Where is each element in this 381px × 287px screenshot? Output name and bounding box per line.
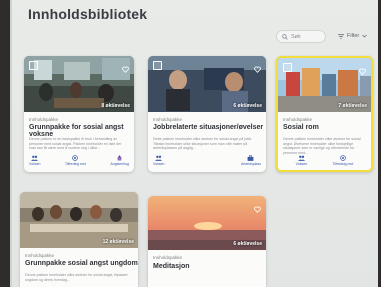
heart-icon[interactable] xyxy=(254,60,261,78)
target-icon xyxy=(340,155,346,161)
content-library-screen: Innholdsbibliotek Søk Filter 8 økt/øvels… xyxy=(10,0,378,287)
heart-icon[interactable] xyxy=(122,60,129,78)
filter-icon xyxy=(338,33,344,39)
filter-label: Filter xyxy=(347,33,360,39)
card-thumbnail: 8 økt/øvelse xyxy=(24,56,134,112)
tag-arbeidsplass: Arbeidsplass xyxy=(241,155,261,166)
card-description: Denne pakken inneholder ulike øvelser fo… xyxy=(283,137,361,155)
heart-icon[interactable] xyxy=(254,200,261,218)
session-count-badge: 7 økt/øvelse xyxy=(338,103,367,109)
search-icon xyxy=(282,33,288,40)
content-card[interactable]: 6 økt/øvelse Innholdspakke Jobbrelaterte… xyxy=(148,56,266,172)
card-category: Innholdspakke xyxy=(29,117,59,122)
content-card[interactable]: 12 økt/øvelse Innholdspakke Grunnpakke s… xyxy=(20,192,138,287)
card-description: Denne pakken inneholder ulike øvelser fo… xyxy=(25,273,128,282)
card-category: Innholdspakke xyxy=(153,117,183,122)
card-thumbnail: 12 økt/øvelse xyxy=(20,192,138,248)
card-select-checkbox[interactable] xyxy=(153,61,162,70)
tag-label: Voksen xyxy=(29,162,41,166)
tag-label: Tilfredsig mot xyxy=(332,162,354,166)
card-category: Innholdspakke xyxy=(153,255,183,260)
card-description: Denne pakken er en basispakke til bruk i… xyxy=(29,137,122,151)
card-category: Innholdspakke xyxy=(283,117,313,122)
tag-label: Tilfredsig mot xyxy=(64,162,86,166)
card-category: Innholdspakke xyxy=(25,253,55,258)
group-icon xyxy=(155,155,163,161)
session-count-badge: 8 økt/øvelse xyxy=(101,103,130,109)
chevron-down-icon xyxy=(362,34,367,38)
card-description: Dette pakken inneholder ulike øvelser fo… xyxy=(153,137,253,151)
tag-label: Voksen xyxy=(153,162,165,166)
tag-voksen: Voksen xyxy=(296,155,307,166)
tag-label: Voksen xyxy=(295,162,308,166)
anxiety-icon xyxy=(117,155,123,161)
session-count-badge: 6 økt/øvelse xyxy=(233,103,262,109)
tag-tilfredsig-mot: Tilfredsig mot xyxy=(332,155,353,166)
card-title: Grunnpakke sosial angst ungdom xyxy=(25,260,138,267)
search-placeholder: Søk xyxy=(291,33,301,40)
tag-label: Angstenhug xyxy=(110,162,129,166)
content-card-selected[interactable]: 7 økt/øvelse Innholdspakke Sosial rom De… xyxy=(276,56,373,172)
card-select-checkbox[interactable] xyxy=(283,63,292,72)
tag-tilfredsig-mot: Tilfredsig mot xyxy=(65,155,86,166)
content-card[interactable]: 8 økt/øvelse Innholdspakke Grunnpakke fo… xyxy=(24,56,134,172)
card-title: Jobbrelaterte situasjoner/øvelser xyxy=(153,124,264,131)
target-icon xyxy=(72,155,79,161)
card-select-checkbox[interactable] xyxy=(29,61,38,70)
heart-icon[interactable] xyxy=(359,62,366,80)
briefcase-icon xyxy=(248,155,254,161)
content-card[interactable]: 6 økt/øvelse Innholdspakke Meditasjon xyxy=(148,196,266,287)
card-title: Sosial rom xyxy=(283,124,319,131)
search-input[interactable]: Søk xyxy=(276,30,326,43)
page-title: Innholdsbibliotek xyxy=(28,6,148,22)
card-thumbnail: 7 økt/øvelse xyxy=(278,58,371,112)
tag-voksen: Voksen xyxy=(153,155,164,166)
card-title: Meditasjon xyxy=(153,263,190,270)
filter-button[interactable]: Filter xyxy=(338,30,367,42)
tag-voksen: Voksen xyxy=(29,155,40,166)
card-title: Grunnpakke for sosial angst voksne xyxy=(29,124,124,138)
card-thumbnail: 6 økt/øvelse xyxy=(148,56,266,112)
session-count-badge: 6 økt/øvelse xyxy=(233,241,262,247)
card-thumbnail: 6 økt/øvelse xyxy=(148,196,266,250)
tag-angstenhug: Angstenhug xyxy=(110,155,129,166)
group-icon xyxy=(31,155,39,161)
tag-label: Arbeidsplass xyxy=(240,162,261,166)
session-count-badge: 12 økt/øvelse xyxy=(102,239,134,245)
group-icon xyxy=(297,155,305,161)
